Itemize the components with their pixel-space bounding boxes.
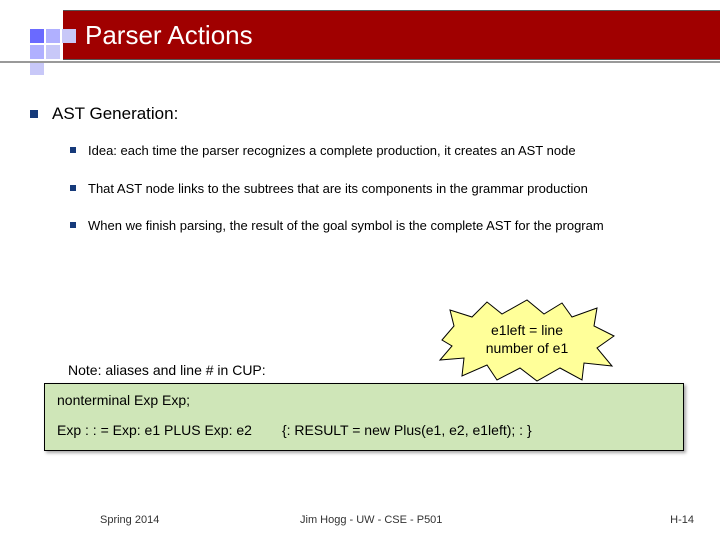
- footer-center: Jim Hogg - UW - CSE - P501: [300, 514, 442, 526]
- burst-text: e1left = line number of e1: [432, 322, 622, 357]
- list-item: When we finish parsing, the result of th…: [70, 217, 700, 235]
- subpoint-text: Idea: each time the parser recognizes a …: [88, 142, 576, 160]
- subpoint-text: That AST node links to the subtrees that…: [88, 180, 588, 198]
- slide-title: Parser Actions: [85, 20, 253, 51]
- burst-line2: number of e1: [486, 340, 569, 356]
- code-line2-left: Exp : : = Exp: e1 PLUS Exp: e2: [57, 422, 252, 438]
- heading-text: AST Generation:: [52, 104, 178, 124]
- burst-line1: e1left = line: [491, 322, 563, 338]
- code-line1: nonterminal Exp Exp;: [57, 392, 671, 408]
- logo-icon: [30, 29, 76, 75]
- footer-left: Spring 2014: [100, 514, 159, 526]
- code-box: nonterminal Exp Exp; Exp : : = Exp: e1 P…: [44, 383, 684, 451]
- list-item: That AST node links to the subtrees that…: [70, 180, 700, 198]
- content-area: AST Generation: Idea: each time the pars…: [30, 104, 700, 255]
- title-bar: Parser Actions: [63, 10, 720, 60]
- subbullet-list: Idea: each time the parser recognizes a …: [70, 142, 700, 235]
- bullet-icon: [70, 185, 76, 191]
- bullet-level1: AST Generation:: [30, 104, 700, 124]
- bullet-icon: [30, 110, 38, 118]
- bullet-icon: [70, 147, 76, 153]
- note-text: Note: aliases and line # in CUP:: [68, 362, 266, 378]
- code-line2-right: {: RESULT = new Plus(e1, e2, e1left); : …: [282, 422, 532, 438]
- code-line2: Exp : : = Exp: e1 PLUS Exp: e2 {: RESULT…: [57, 422, 671, 438]
- title-underline: [0, 61, 720, 63]
- footer-right: H-14: [670, 514, 694, 526]
- callout-burst: e1left = line number of e1: [432, 298, 622, 383]
- bullet-icon: [70, 222, 76, 228]
- subpoint-text: When we finish parsing, the result of th…: [88, 217, 604, 235]
- list-item: Idea: each time the parser recognizes a …: [70, 142, 700, 160]
